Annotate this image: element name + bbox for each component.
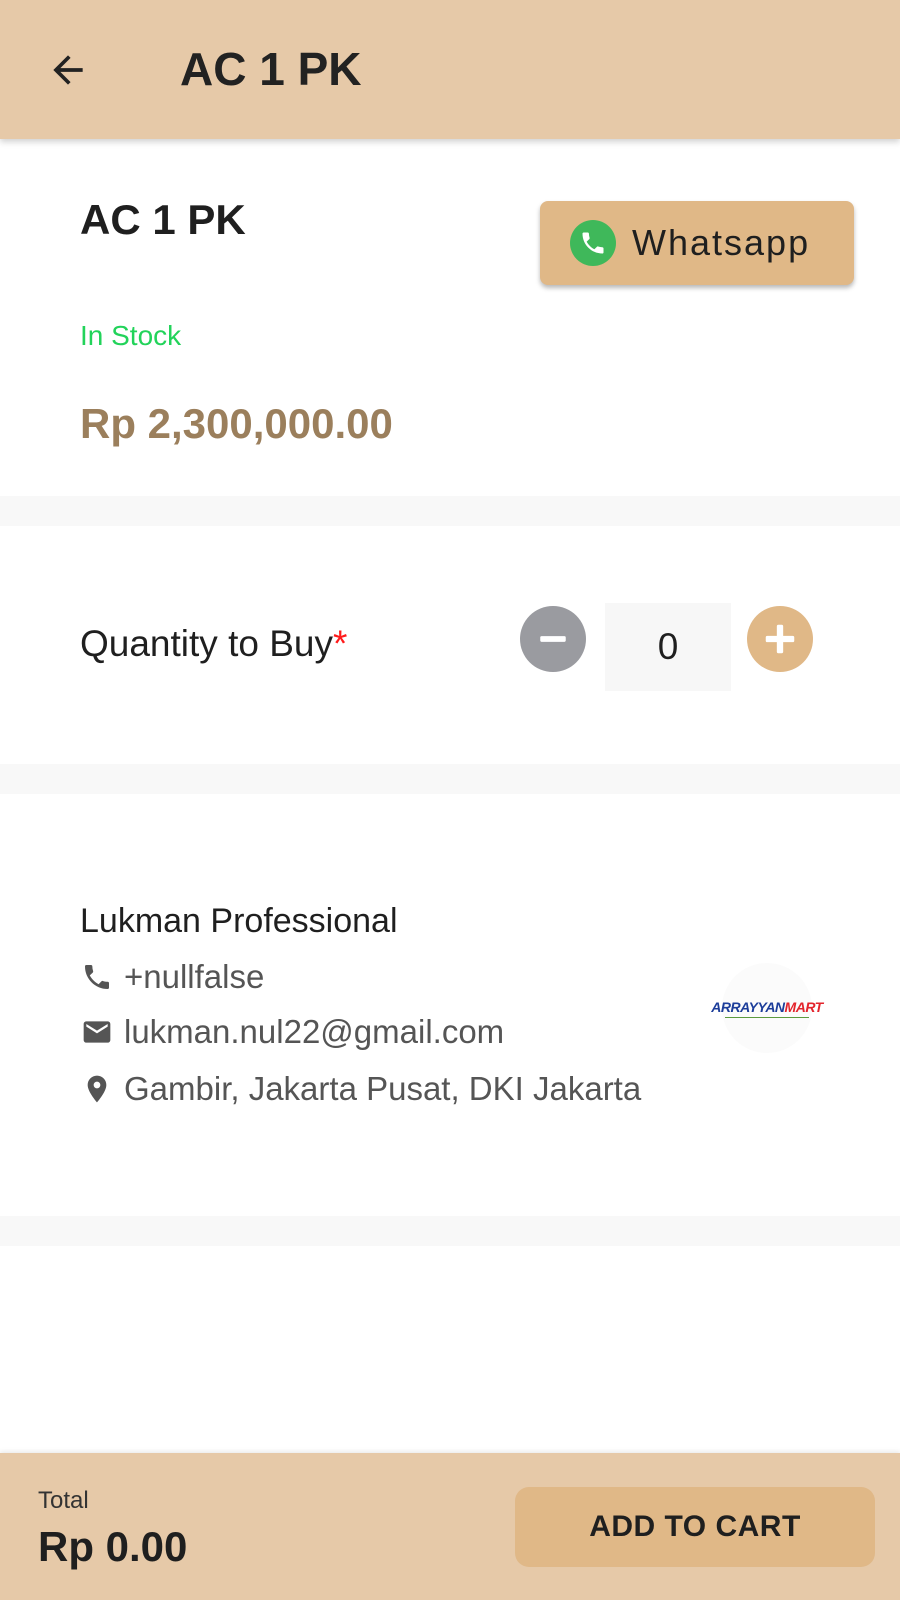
seller-phone: +nullfalse bbox=[124, 958, 265, 995]
seller-address: Gambir, Jakarta Pusat, DKI Jakarta bbox=[124, 1070, 642, 1107]
phone-icon bbox=[80, 960, 114, 994]
whatsapp-button[interactable]: Whatsapp bbox=[540, 201, 854, 285]
whatsapp-label: Whatsapp bbox=[632, 222, 811, 263]
quantity-label-text: Quantity to Buy bbox=[80, 623, 333, 664]
whatsapp-icon bbox=[570, 220, 616, 266]
minus-icon bbox=[540, 636, 566, 642]
total-value: Rp 0.00 bbox=[38, 1523, 188, 1570]
section-divider bbox=[0, 1216, 900, 1246]
plus-icon bbox=[765, 624, 795, 654]
quantity-label: Quantity to Buy* bbox=[80, 623, 347, 665]
required-mark: * bbox=[332, 623, 348, 664]
add-to-cart-button[interactable]: ADD TO CART bbox=[515, 1487, 875, 1567]
section-divider bbox=[0, 764, 900, 794]
product-name: AC 1 PK bbox=[80, 196, 246, 243]
seller-email: lukman.nul22@gmail.com bbox=[124, 1013, 505, 1050]
back-button[interactable] bbox=[44, 46, 92, 94]
decrement-button[interactable] bbox=[520, 606, 586, 672]
quantity-input[interactable] bbox=[605, 603, 731, 691]
seller-email-row: lukman.nul22@gmail.com bbox=[80, 1013, 504, 1051]
total-label: Total bbox=[38, 1487, 89, 1514]
seller-name: Lukman Professional bbox=[80, 902, 398, 940]
section-divider bbox=[0, 496, 900, 526]
store-logo: ARRAYYANMART bbox=[711, 963, 823, 1053]
stock-status: In Stock bbox=[80, 320, 182, 351]
page-title: AC 1 PK bbox=[180, 43, 362, 95]
seller-address-row: Gambir, Jakarta Pusat, DKI Jakarta bbox=[80, 1070, 641, 1108]
arrow-back-icon bbox=[53, 55, 83, 85]
seller-phone-row: +nullfalse bbox=[80, 958, 264, 996]
logo-wordmark: ARRAYYANMART bbox=[711, 998, 823, 1015]
location-pin-icon bbox=[80, 1072, 114, 1106]
app-bar: AC 1 PK bbox=[0, 0, 900, 139]
product-price: Rp 2,300,000.00 bbox=[80, 400, 393, 447]
email-icon bbox=[80, 1015, 114, 1049]
increment-button[interactable] bbox=[747, 606, 813, 672]
logo-underline bbox=[725, 1016, 809, 1018]
